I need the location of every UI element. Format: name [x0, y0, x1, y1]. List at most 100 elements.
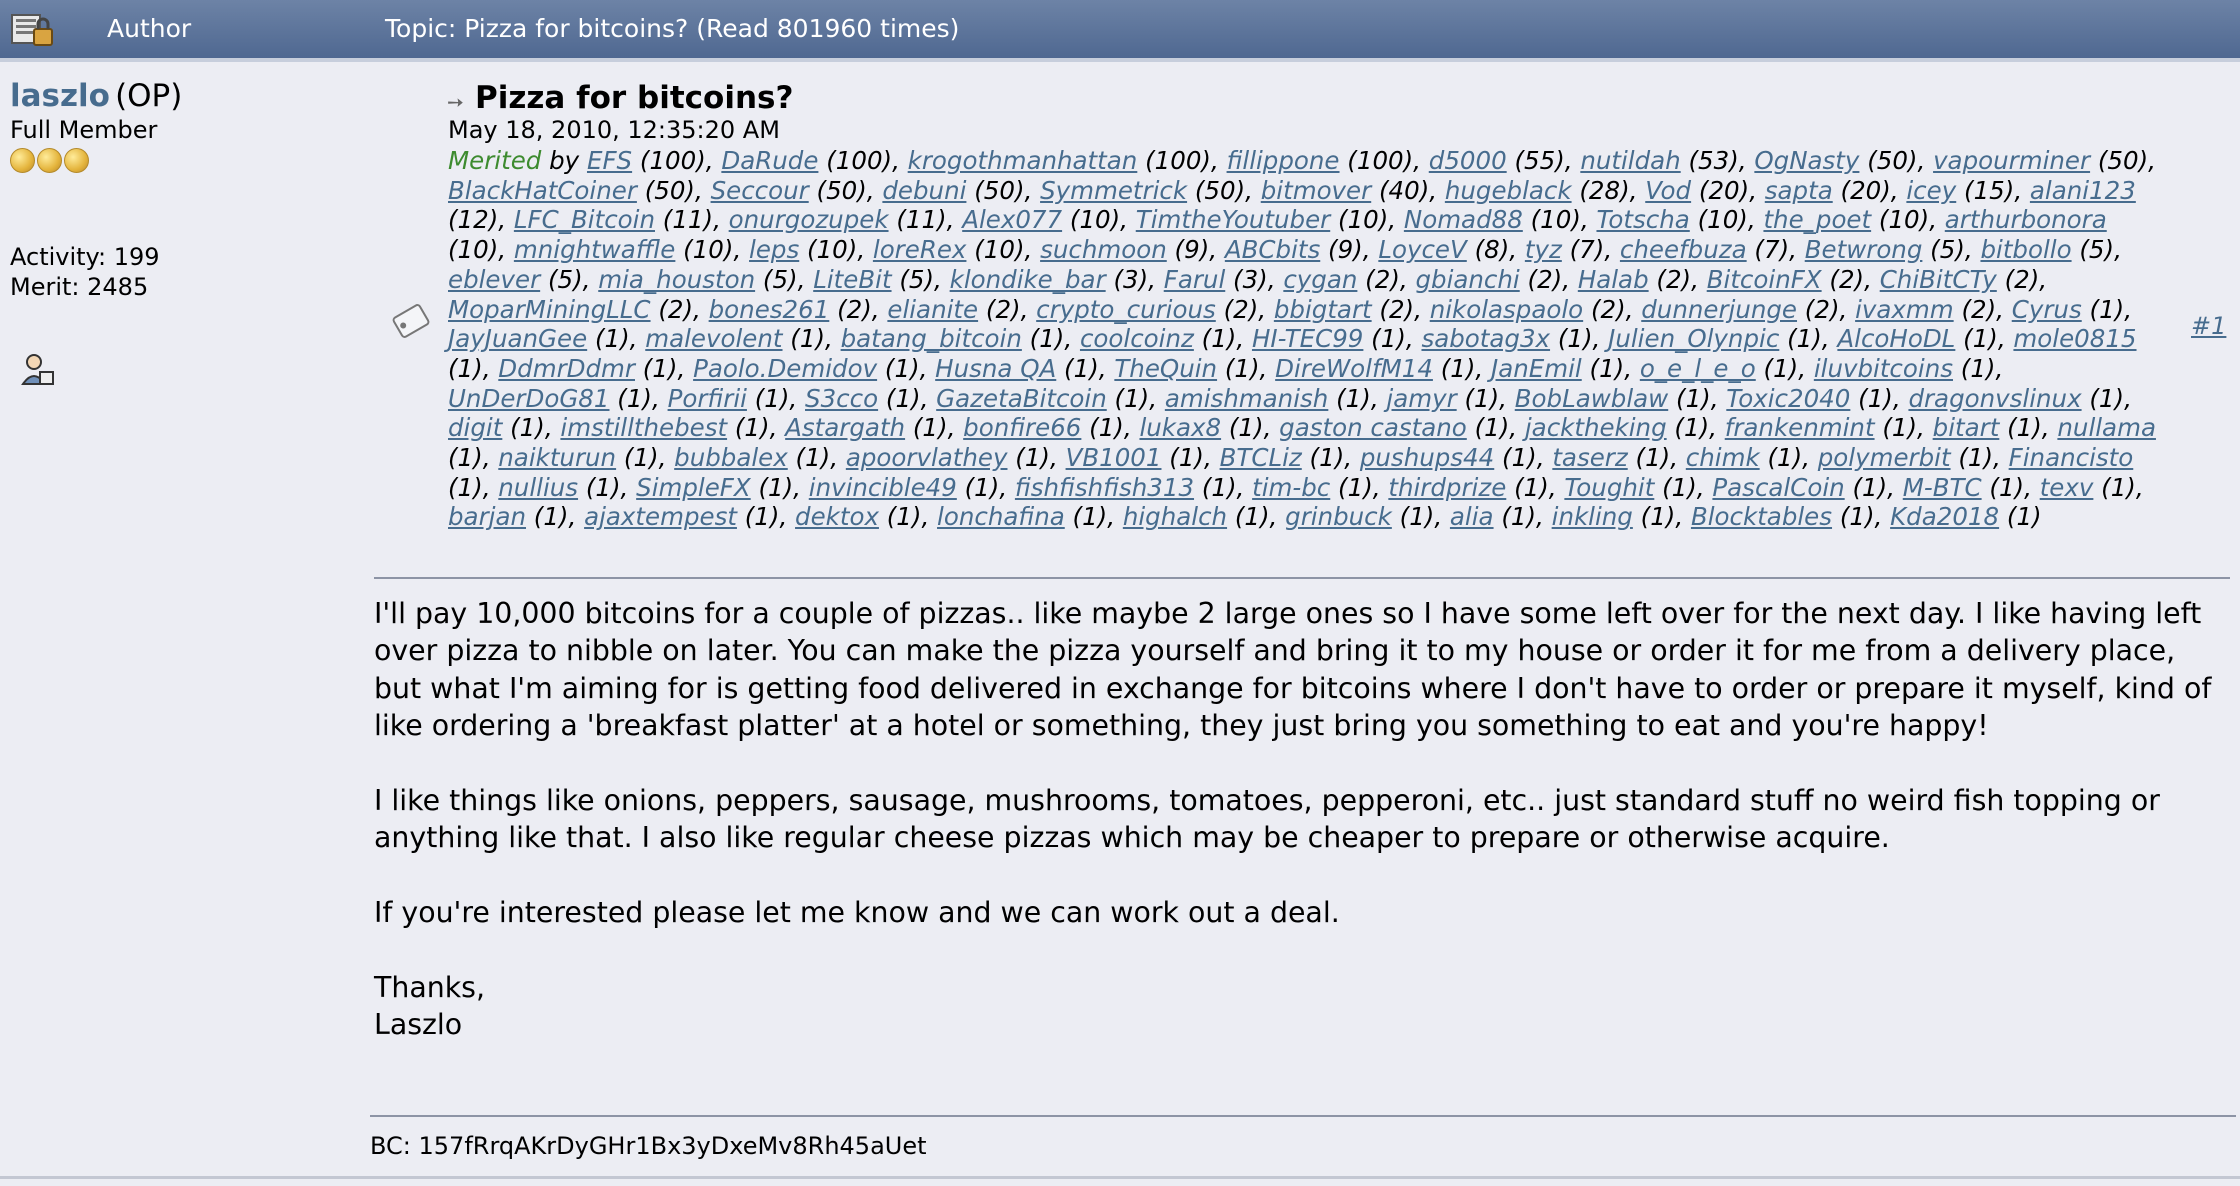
- merit-user-link[interactable]: eblever: [448, 265, 540, 294]
- merit-user-link[interactable]: EFS: [587, 146, 632, 175]
- merit-user-link[interactable]: apoorvlathey: [846, 443, 1008, 472]
- merit-user-link[interactable]: ABCbits: [1225, 235, 1320, 264]
- merit-user-link[interactable]: Julien_Olynpic: [1608, 324, 1779, 353]
- merit-user-link[interactable]: d5000: [1429, 146, 1507, 175]
- merit-user-link[interactable]: VB1001: [1066, 443, 1162, 472]
- merit-user-link[interactable]: hugeblack: [1445, 176, 1572, 205]
- merit-user-link[interactable]: iluvbitcoins: [1814, 354, 1953, 383]
- profile-icon[interactable]: [20, 352, 56, 392]
- merit-user-link[interactable]: SimpleFX: [636, 473, 751, 502]
- merit-user-link[interactable]: sabotag3x: [1421, 324, 1550, 353]
- merit-user-link[interactable]: DaRude: [721, 146, 818, 175]
- merit-user-link[interactable]: Nomad88: [1404, 205, 1523, 234]
- merit-user-link[interactable]: gbianchi: [1415, 265, 1519, 294]
- merit-user-link[interactable]: digit: [448, 413, 502, 442]
- merit-user-link[interactable]: debuni: [882, 176, 966, 205]
- merit-user-link[interactable]: suchmoon: [1040, 235, 1167, 264]
- merit-user-link[interactable]: tyz: [1525, 235, 1562, 264]
- merit-user-link[interactable]: batang_bitcoin: [841, 324, 1022, 353]
- merit-user-link[interactable]: chimk: [1686, 443, 1760, 472]
- merit-user-link[interactable]: LiteBit: [813, 265, 891, 294]
- merit-user-link[interactable]: LoyceV: [1378, 235, 1466, 264]
- merit-user-link[interactable]: lonchafina: [937, 502, 1065, 531]
- merit-user-link[interactable]: JayJuanGee: [448, 324, 587, 353]
- merit-user-link[interactable]: nikolaspaolo: [1430, 295, 1583, 324]
- merit-user-link[interactable]: bitbollo: [1980, 235, 2071, 264]
- merit-user-link[interactable]: dektox: [795, 502, 879, 531]
- merit-user-link[interactable]: bonfire66: [963, 413, 1081, 442]
- merit-user-link[interactable]: the_poet: [1763, 205, 1871, 234]
- merit-user-link[interactable]: Kda2018: [1890, 502, 1999, 531]
- merit-user-link[interactable]: bbigtart: [1274, 295, 1372, 324]
- merit-user-link[interactable]: coolcoinz: [1080, 324, 1194, 353]
- merit-user-link[interactable]: klondike_bar: [950, 265, 1106, 294]
- merit-user-link[interactable]: Blocktables: [1691, 502, 1832, 531]
- merit-user-link[interactable]: crypto_curious: [1036, 295, 1216, 324]
- merit-user-link[interactable]: S3cco: [805, 384, 878, 413]
- merit-user-link[interactable]: texv: [2040, 473, 2094, 502]
- merit-user-link[interactable]: Symmetrick: [1040, 176, 1187, 205]
- merit-user-link[interactable]: Betwrong: [1805, 235, 1923, 264]
- post-title-link[interactable]: Pizza for bitcoins?: [475, 80, 793, 116]
- merit-user-link[interactable]: jacktheking: [1525, 413, 1667, 442]
- merit-user-link[interactable]: BobLawblaw: [1515, 384, 1668, 413]
- merit-user-link[interactable]: Husna QA: [935, 354, 1056, 383]
- merit-user-link[interactable]: Alex077: [962, 205, 1062, 234]
- merit-user-link[interactable]: pushups44: [1360, 443, 1494, 472]
- merit-user-link[interactable]: icey: [1906, 176, 1956, 205]
- merit-user-link[interactable]: jamyr: [1386, 384, 1456, 413]
- merit-user-link[interactable]: polymerbit: [1818, 443, 1951, 472]
- merit-user-link[interactable]: fishfishfish313: [1015, 473, 1194, 502]
- merit-user-link[interactable]: Farul: [1164, 265, 1226, 294]
- merit-user-link[interactable]: dragonvslinux: [1908, 384, 2081, 413]
- merit-user-link[interactable]: mnightwaffle: [514, 235, 676, 264]
- merit-user-link[interactable]: taserz: [1552, 443, 1627, 472]
- merit-user-link[interactable]: cygan: [1283, 265, 1357, 294]
- merit-user-link[interactable]: arthurbonora: [1945, 205, 2107, 234]
- merit-user-link[interactable]: grinbuck: [1285, 502, 1392, 531]
- merit-user-link[interactable]: dunnerjunge: [1641, 295, 1797, 324]
- merit-user-link[interactable]: BitcoinFX: [1707, 265, 1822, 294]
- merit-user-link[interactable]: Paolo.Demidov: [693, 354, 877, 383]
- merit-user-link[interactable]: amishmanish: [1165, 384, 1329, 413]
- merit-user-link[interactable]: imstillthebest: [560, 413, 727, 442]
- merit-user-link[interactable]: bones261: [709, 295, 830, 324]
- merit-user-link[interactable]: tim-bc: [1252, 473, 1330, 502]
- merit-user-link[interactable]: gaston castano: [1279, 413, 1467, 442]
- merit-user-link[interactable]: JanEmil: [1491, 354, 1582, 383]
- merit-user-link[interactable]: HI-TEC99: [1252, 324, 1363, 353]
- merit-user-link[interactable]: elianite: [887, 295, 978, 324]
- merit-user-link[interactable]: frankenmint: [1725, 413, 1875, 442]
- author-name-link[interactable]: laszlo: [10, 78, 110, 114]
- merit-user-link[interactable]: malevolent: [645, 324, 782, 353]
- merit-user-link[interactable]: Cyrus: [2012, 295, 2082, 324]
- merit-user-link[interactable]: bubbalex: [674, 443, 788, 472]
- merit-user-link[interactable]: BTCLiz: [1220, 443, 1302, 472]
- merit-user-link[interactable]: Astargath: [785, 413, 905, 442]
- merit-user-link[interactable]: mia_houston: [598, 265, 755, 294]
- merit-user-link[interactable]: loreRex: [873, 235, 967, 264]
- merit-user-link[interactable]: DdmrDdmr: [498, 354, 635, 383]
- merit-user-link[interactable]: TheQuin: [1114, 354, 1217, 383]
- merit-user-link[interactable]: onurgozupek: [729, 205, 889, 234]
- merit-user-link[interactable]: LFC_Bitcoin: [514, 205, 655, 234]
- merit-user-link[interactable]: Toxic2040: [1726, 384, 1850, 413]
- merit-user-link[interactable]: naikturun: [498, 443, 616, 472]
- merit-user-link[interactable]: Seccour: [711, 176, 809, 205]
- merit-user-link[interactable]: ChiBitCTy: [1880, 265, 1997, 294]
- merit-user-link[interactable]: lukax8: [1139, 413, 1221, 442]
- merit-user-link[interactable]: M-BTC: [1903, 473, 1982, 502]
- merit-user-link[interactable]: Toughit: [1564, 473, 1654, 502]
- merit-user-link[interactable]: UnDerDoG81: [448, 384, 610, 413]
- merit-user-link[interactable]: TimtheYoutuber: [1136, 205, 1330, 234]
- merit-user-link[interactable]: bitart: [1933, 413, 2000, 442]
- post-number-link[interactable]: #1: [2191, 312, 2226, 340]
- merit-user-link[interactable]: Totscha: [1596, 205, 1689, 234]
- merit-user-link[interactable]: vapourminer: [1933, 146, 2090, 175]
- merit-user-link[interactable]: Porfirii: [668, 384, 747, 413]
- merit-user-link[interactable]: Vod: [1645, 176, 1691, 205]
- merit-user-link[interactable]: nullama: [2057, 413, 2156, 442]
- merit-user-link[interactable]: highalch: [1123, 502, 1227, 531]
- merit-user-link[interactable]: nutildah: [1580, 146, 1680, 175]
- merit-user-link[interactable]: nullius: [498, 473, 578, 502]
